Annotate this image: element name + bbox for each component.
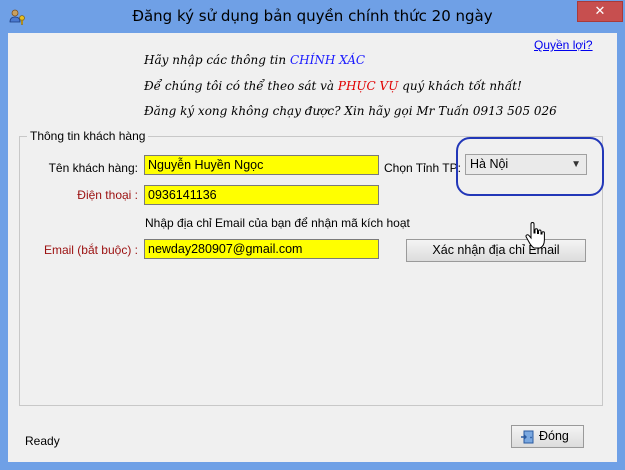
email-hint: Nhập địa chỉ Email của bạn để nhận mã kí… (145, 216, 410, 230)
window-title: Đăng ký sử dụng bản quyền chính thức 20 … (132, 7, 493, 25)
info-line-1-text: Hãy nhập các thông tin (144, 53, 290, 67)
email-label: Email (bắt buộc) : (43, 243, 138, 257)
province-label: Chọn Tỉnh TP: (384, 161, 461, 175)
email-input[interactable]: newday280907@gmail.com (144, 239, 379, 259)
info-line-3: Đăng ký xong không chạy được? Xin hãy gọ… (144, 104, 557, 118)
group-title: Thông tin khách hàng (27, 129, 149, 143)
status-text: Ready (25, 434, 60, 448)
title-bar: Đăng ký sử dụng bản quyền chính thức 20 … (0, 0, 625, 33)
hand-pointer-icon (525, 222, 545, 249)
customer-name-label: Tên khách hàng: (48, 161, 138, 175)
exit-door-icon (521, 430, 534, 444)
info-line-1-emphasis: CHÍNH XÁC (289, 53, 366, 67)
rights-link[interactable]: Quyền lợi? (534, 38, 593, 52)
highlight-ring (456, 137, 604, 196)
confirm-email-button[interactable]: Xác nhận địa chỉ Email (406, 239, 586, 262)
info-line-2-text: Để chúng tôi có thể theo sát và (144, 79, 338, 93)
phone-label: Điện thoại : (77, 188, 138, 202)
phone-input[interactable]: 0936141136 (144, 185, 379, 205)
info-line-2: Để chúng tôi có thể theo sát và PHỤC VỤ … (144, 79, 522, 93)
customer-name-input[interactable]: Nguyễn Huyền Ngọc (144, 155, 379, 175)
close-button-label: Đóng (539, 429, 569, 443)
info-line-2-suffix: quý khách tốt nhất! (398, 79, 522, 93)
info-line-1: Hãy nhập các thông tin CHÍNH XÁC (144, 53, 365, 67)
window-close-button[interactable]: ✕ (577, 1, 623, 22)
info-line-2-emphasis: PHỤC VỤ (337, 79, 399, 93)
close-button[interactable]: Đóng (511, 425, 584, 448)
dialog-window: Đăng ký sử dụng bản quyền chính thức 20 … (0, 0, 625, 470)
